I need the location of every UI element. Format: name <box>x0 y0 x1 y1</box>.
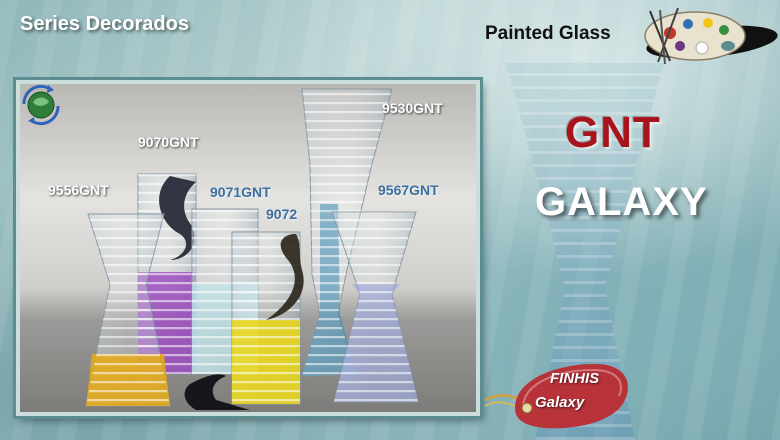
product-code-9530: 9530GNT <box>382 100 443 116</box>
product-photo-frame: 9556GNT 9070GNT 9071GNT 9072 9530GNT 956… <box>16 80 480 416</box>
glassware-photo <box>85 88 419 410</box>
series-name: GALAXY <box>535 180 708 224</box>
product-code-9072: 9072 <box>266 206 298 222</box>
tag-line-finish: FINHIS <box>550 370 600 387</box>
product-code-9556: 9556GNT <box>48 182 109 198</box>
page-title: Series Decorados <box>20 13 189 35</box>
product-code-9071: 9071GNT <box>210 184 271 200</box>
globe-arrows-icon <box>22 84 60 126</box>
tag-line-galaxy: Galaxy <box>535 394 585 411</box>
painted-glass-label: Painted Glass <box>485 23 611 44</box>
product-code-9070: 9070GNT <box>138 134 199 150</box>
finish-tag[interactable]: FINHIS Galaxy <box>484 360 635 432</box>
product-code-9567: 9567GNT <box>378 182 439 198</box>
artist-palette-icon <box>644 7 778 65</box>
brand-name: GNT <box>565 108 661 157</box>
